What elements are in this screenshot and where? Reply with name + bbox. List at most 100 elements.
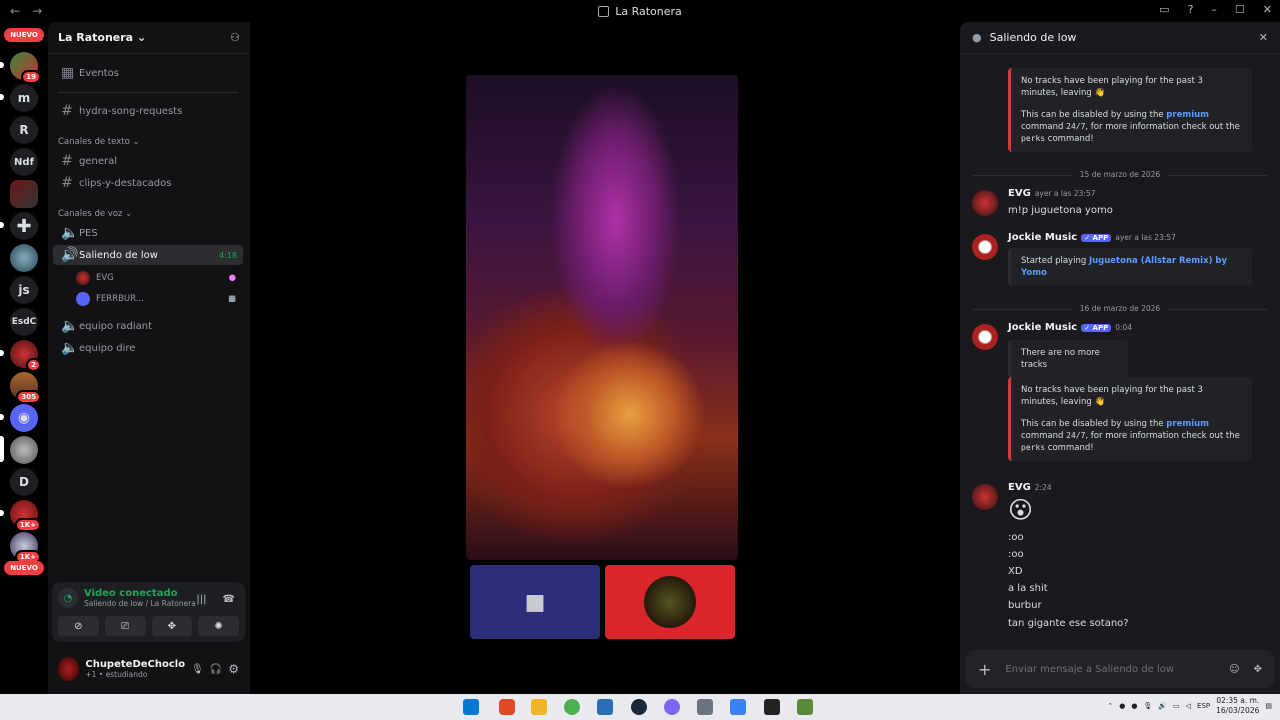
server-icon[interactable]: 1K+ (10, 500, 41, 532)
chevron-up-icon[interactable]: ⌃ (1107, 702, 1113, 710)
avatar (76, 271, 90, 285)
maximize-button[interactable]: ☐ (1235, 3, 1245, 16)
close-icon[interactable]: ✕ (1259, 31, 1268, 44)
clock[interactable]: 02:35 a. m. 16/03/2026 (1216, 696, 1259, 716)
help-icon[interactable]: ? (1188, 3, 1194, 16)
avatar[interactable] (972, 484, 998, 510)
inbox-icon[interactable]: ▭ (1159, 3, 1169, 16)
video-stage: ■ (250, 22, 955, 694)
back-arrow-icon[interactable]: ← (10, 4, 20, 18)
speaker-icon[interactable]: ◁ (1186, 702, 1191, 710)
screen-share-button[interactable]: ⎚ (104, 616, 146, 636)
speaker-icon: 🔈 (61, 225, 79, 241)
speaker-icon: 🔈 (61, 340, 79, 356)
voice-category[interactable]: Canales de voz ⌄ (58, 209, 132, 219)
server-icon[interactable]: 1K+ (10, 532, 41, 564)
minecraft-icon[interactable] (797, 699, 813, 715)
app-icon[interactable] (597, 699, 613, 715)
app-icon[interactable] (764, 699, 780, 715)
discord-icon[interactable]: ◉ (10, 404, 38, 432)
headphones-icon[interactable]: 🎧 (210, 664, 222, 675)
message-input[interactable]: Enviar mensaje a Saliendo de low (1005, 664, 1215, 675)
network-icon[interactable]: ▭ (1173, 702, 1180, 710)
apps-icon[interactable]: ✥ (1254, 664, 1262, 675)
avatar[interactable] (972, 190, 998, 216)
microphone-icon[interactable]: 🎙 (191, 664, 204, 675)
user-panel: ChupeteDeChoclo +1 • estudiando 🎙 🎧 ⚙ (52, 650, 245, 688)
server-icon[interactable] (10, 436, 38, 464)
minimize-button[interactable]: – (1211, 3, 1217, 16)
server-icon[interactable]: ✚ (10, 212, 38, 240)
voice-channel-pes[interactable]: 🔈 PES (53, 223, 243, 243)
chevron-down-icon: ⌄ (136, 31, 147, 44)
gear-icon[interactable]: ⚙ (228, 662, 239, 676)
soundboard-button[interactable]: ✺ (198, 616, 239, 636)
channel-hydra-song-requests[interactable]: # hydra-song-requests (53, 101, 243, 121)
noise-suppression-icon[interactable]: ||| (196, 594, 206, 605)
notification-icon[interactable]: ▤ (1265, 702, 1272, 710)
chat-header: ● Saliendo de low ✕ (960, 22, 1280, 54)
avatar[interactable] (972, 324, 998, 350)
brave-icon[interactable] (499, 699, 515, 715)
voice-channel-saliendo-de-low[interactable]: 🔊 Saliendo de low 4:18 (53, 245, 243, 265)
voice-user-ferrbur[interactable]: FERRBUR... ■ (76, 292, 236, 306)
channel-general[interactable]: # general (53, 151, 243, 171)
chrome-icon[interactable] (564, 699, 580, 715)
stream-video[interactable] (466, 75, 738, 560)
activities-button[interactable]: ✥ (151, 616, 193, 636)
message-author: Jockie Music ✓ APP ayer a las 23:57 (1008, 232, 1176, 243)
steam-tray-icon[interactable]: ● (1119, 702, 1125, 710)
events-item[interactable]: ▦ Eventos (53, 63, 243, 83)
server-icon[interactable] (10, 244, 38, 272)
participant-tile[interactable] (605, 565, 735, 639)
volume-icon[interactable]: 🔊 (1158, 702, 1167, 710)
server-icon[interactable]: 305 (10, 372, 41, 404)
server-icon[interactable]: js (10, 276, 38, 304)
avatar (76, 292, 90, 306)
guild-header[interactable]: La Ratonera ⌄ ⚇ (48, 22, 250, 54)
server-icon[interactable]: EsdC (10, 308, 38, 336)
bot-embed: There are no more tracks (1008, 340, 1128, 378)
avatar[interactable] (58, 657, 80, 681)
close-button[interactable]: ✕ (1263, 3, 1272, 16)
app-icon[interactable] (664, 699, 680, 715)
server-icon[interactable]: 19 (10, 52, 41, 84)
now-playing-embed: Started playing Juguetona (Allstar Remix… (1008, 248, 1252, 286)
window-controls: ▭ ? – ☐ ✕ (1159, 3, 1272, 16)
folder-icon[interactable] (531, 699, 547, 715)
settings-icon[interactable] (697, 699, 713, 715)
steam-icon[interactable] (631, 699, 647, 715)
server-icon[interactable] (10, 180, 38, 208)
emoji-icon[interactable]: ☺ (1229, 664, 1239, 675)
voice-channel-radiant[interactable]: 🔈 equipo radiant (53, 316, 243, 336)
message-author: Jockie Music ✓ APP 0:04 (1008, 322, 1133, 333)
bot-embed: No tracks have been playing for the past… (1008, 68, 1252, 152)
mic-tray-icon[interactable]: 🎙 (1143, 702, 1152, 710)
signal-icon[interactable]: ◔ (58, 588, 78, 608)
forward-arrow-icon[interactable]: → (32, 4, 42, 18)
voice-channel-dire[interactable]: 🔈 equipo dire (53, 338, 243, 358)
message-list: No tracks have been playing for the past… (960, 54, 1280, 644)
server-icon[interactable]: 2 (10, 340, 41, 372)
calculator-icon[interactable] (730, 699, 746, 715)
server-icon[interactable]: R (10, 116, 38, 144)
channel-clips[interactable]: # clips-y-destacados (53, 173, 243, 193)
emoji-message: 😮 (1008, 496, 1034, 524)
camera-off-button[interactable]: ⊘ (58, 616, 99, 636)
disconnect-icon[interactable]: ☎ (223, 594, 235, 605)
camera-tile[interactable]: ■ (470, 565, 600, 639)
add-attachment-icon[interactable]: + (978, 660, 991, 679)
add-user-icon[interactable]: ⚇ (230, 31, 240, 44)
hash-icon: # (61, 153, 73, 169)
server-icon[interactable]: Ndf (10, 148, 38, 176)
hash-icon: # (61, 103, 73, 119)
voice-user-evg[interactable]: EVG ● (76, 271, 236, 285)
server-icon[interactable]: D (10, 468, 38, 496)
date-divider: 15 de marzo de 2026 (972, 170, 1268, 179)
server-icon[interactable]: m (10, 84, 38, 112)
message-author: EVG 2:24 (1008, 482, 1052, 493)
windows-start-icon[interactable] (463, 699, 479, 715)
text-category[interactable]: Canales de texto ⌄ (58, 137, 140, 147)
avatar[interactable] (972, 234, 998, 260)
app-tray-icon[interactable]: ● (1131, 702, 1137, 710)
